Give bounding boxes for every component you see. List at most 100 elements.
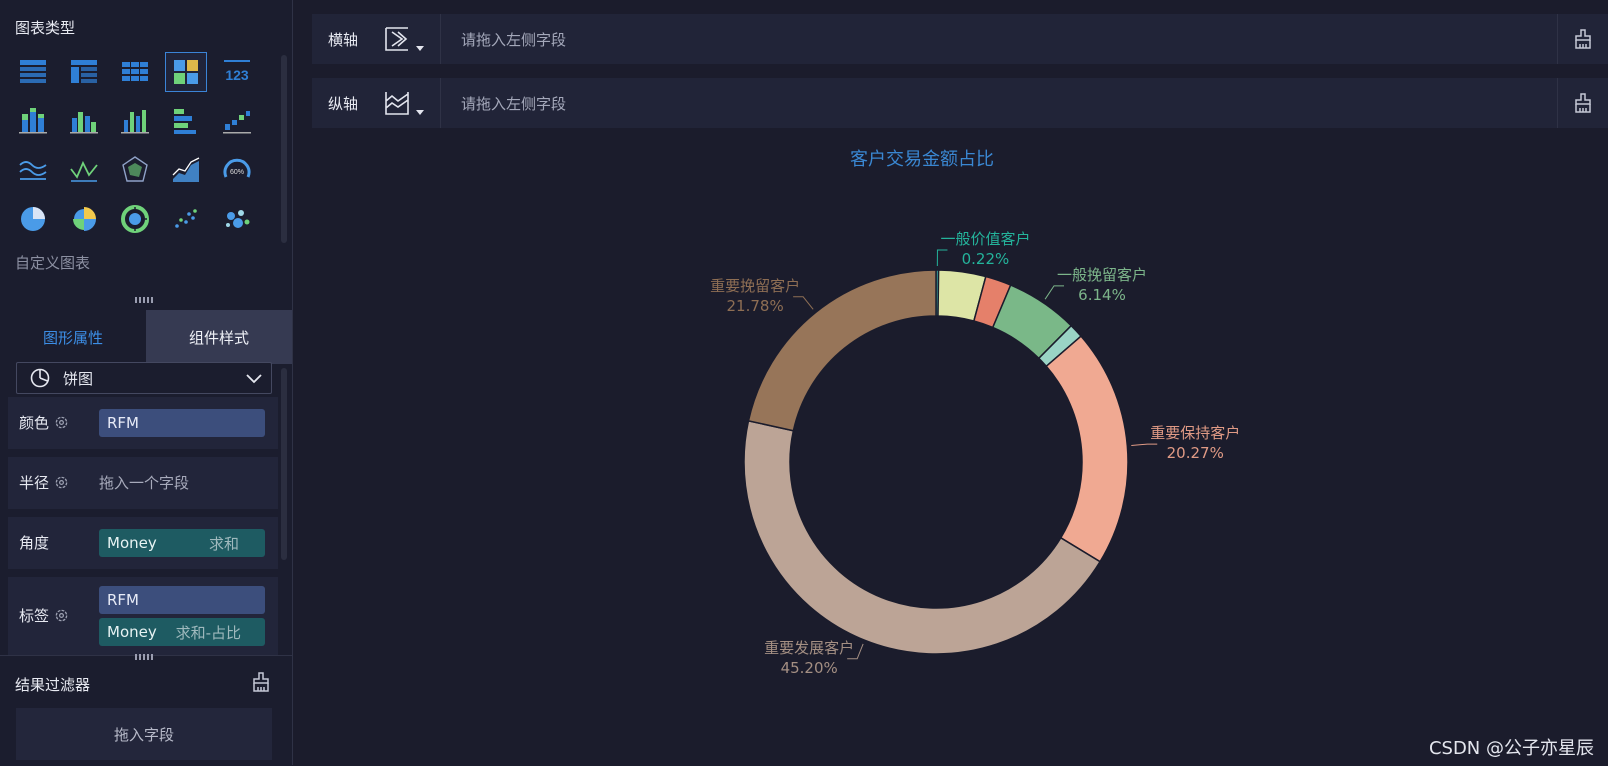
gear-icon[interactable] <box>54 608 69 623</box>
y-axis-label: 纵轴 <box>328 95 359 113</box>
x-axis-label: 横轴 <box>328 31 359 49</box>
horizontal-bar-icon[interactable] <box>165 101 207 141</box>
field-chip-money-label-text: Money <box>107 623 157 641</box>
y-axis-chart-icon[interactable] <box>384 89 430 119</box>
field-chip-rfm-label[interactable]: RFM <box>99 586 265 614</box>
prop-row-label: 标签 RFM Money 求和-占比 <box>8 577 278 655</box>
broom-icon <box>1575 29 1591 49</box>
line-chart-icon[interactable] <box>63 150 105 190</box>
kpi-number-icon-glyph: 123 <box>224 60 250 83</box>
field-chip-money-agg[interactable]: 求和 <box>209 533 239 554</box>
pie-icon[interactable] <box>12 199 54 239</box>
gauge-icon-glyph: 60% <box>223 158 251 178</box>
x-axis-divider <box>440 14 441 64</box>
prop-row-radius: 半径 拖入一个字段 <box>8 457 278 509</box>
table-icon-glyph <box>20 60 46 83</box>
field-chip-money[interactable]: Money 求和 <box>99 529 265 557</box>
multi-line-icon-glyph <box>19 161 47 180</box>
label-line-0 <box>936 249 948 267</box>
kpi-number-icon[interactable]: 123 <box>216 52 258 92</box>
gear-icon[interactable] <box>54 475 69 490</box>
field-chip-money-text: Money <box>107 534 157 552</box>
radius-drop-placeholder[interactable]: 拖入一个字段 <box>99 472 189 493</box>
result-filter-title: 结果过滤器 <box>15 676 91 694</box>
sunburst-icon[interactable] <box>114 199 156 239</box>
chart-type-scrollbar[interactable] <box>281 55 287 243</box>
pie-slice-5[interactable] <box>1045 335 1129 563</box>
multi-line-icon[interactable] <box>12 150 54 190</box>
grid-table-icon[interactable] <box>114 52 156 92</box>
pie-icon-glyph <box>21 207 45 231</box>
prop-row-angle: 角度 Money 求和 <box>8 517 278 569</box>
field-chip-rfm[interactable]: RFM <box>99 409 265 437</box>
prop-label-radius: 半径 <box>19 472 69 493</box>
property-tabs: 图形属性 组件样式 <box>0 310 292 364</box>
radar-icon[interactable] <box>114 150 156 190</box>
bar-chart-icon[interactable] <box>114 101 156 141</box>
table-icon[interactable] <box>12 52 54 92</box>
gauge-icon[interactable]: 60% <box>216 150 258 190</box>
tab-component-style[interactable]: 组件样式 <box>146 310 292 364</box>
tab-graph-properties[interactable]: 图形属性 <box>0 310 146 364</box>
rose-pie-icon-glyph <box>73 207 96 231</box>
property-scrollbar[interactable] <box>281 368 287 560</box>
radar-icon-glyph <box>122 156 148 182</box>
chart-type-title: 图表类型 <box>15 19 76 37</box>
pie-select-icon <box>30 368 50 388</box>
filter-drop-zone[interactable]: 拖入字段 <box>16 708 272 760</box>
slice-name-label-3: 一般挽留客户 <box>1057 266 1147 284</box>
grouped-bar-icon[interactable] <box>63 101 105 141</box>
bubble-icon-glyph <box>226 210 250 228</box>
broom-icon <box>1575 93 1591 113</box>
chart-select-value: 饼图 <box>63 369 94 388</box>
heatmap-table-icon[interactable] <box>165 52 207 92</box>
prop-label-color-text: 颜色 <box>19 414 50 432</box>
waterfall-icon[interactable] <box>216 101 258 141</box>
sunburst-icon-glyph <box>121 205 149 233</box>
prop-label-label: 标签 <box>19 605 69 626</box>
stacked-bar-icon[interactable] <box>12 101 54 141</box>
prop-label-radius-text: 半径 <box>19 474 50 492</box>
area-chart-icon[interactable] <box>165 150 207 190</box>
resize-handle-bottom[interactable] <box>135 654 153 660</box>
y-axis-drop-placeholder[interactable]: 请拖入左侧字段 <box>461 93 566 114</box>
prop-label-color: 颜色 <box>19 412 69 433</box>
resize-handle-top[interactable] <box>135 297 153 303</box>
slice-name-label-7: 重要挽留客户 <box>710 277 800 295</box>
field-chip-money-label-agg[interactable]: 求和-占比 <box>176 622 241 643</box>
bar-chart-icon-glyph <box>121 110 149 134</box>
bubble-icon[interactable] <box>216 199 258 239</box>
scatter-icon[interactable] <box>165 199 207 239</box>
broom-icon[interactable] <box>250 671 272 693</box>
chevron-down-icon <box>246 374 262 384</box>
chart-type-select[interactable]: 饼图 <box>16 362 272 394</box>
svg-text:123: 123 <box>225 67 249 83</box>
x-axis-clear-button[interactable] <box>1557 14 1608 64</box>
pie-slice-6[interactable] <box>743 419 1102 655</box>
line-chart-icon-glyph <box>70 160 98 182</box>
pivot-table-icon[interactable] <box>63 52 105 92</box>
slice-value-label-7: 21.78% <box>727 297 784 315</box>
rose-pie-icon[interactable] <box>63 199 105 239</box>
slice-name-label-6: 重要发展客户 <box>764 639 854 657</box>
slice-value-label-0: 0.22% <box>962 250 1010 268</box>
prop-label-angle: 角度 <box>19 534 50 552</box>
field-chip-money-label[interactable]: Money 求和-占比 <box>99 618 265 646</box>
y-axis-clear-button[interactable] <box>1557 78 1608 128</box>
heatmap-table-icon-glyph <box>174 60 198 84</box>
x-axis-sort-icon[interactable] <box>384 25 430 55</box>
stacked-bar-icon-glyph <box>19 108 47 134</box>
x-axis-bar: 横轴 请拖入左侧字段 <box>312 14 1608 64</box>
slice-value-label-6: 45.20% <box>781 659 838 677</box>
prop-label-label-text: 标签 <box>19 607 50 625</box>
watermark: CSDN @公子亦星辰 <box>1428 738 1594 759</box>
prop-row-color: 颜色 RFM <box>8 397 278 449</box>
donut-chart: 客户交易金额占比一般价值客户 0.22% 一般挽留客户 6.14% 重要保持客户 20.2… <box>710 149 1240 677</box>
area-chart-icon-glyph <box>172 157 200 182</box>
gear-icon[interactable] <box>54 415 69 430</box>
x-axis-drop-placeholder[interactable]: 请拖入左侧字段 <box>461 29 566 50</box>
slice-name-label-0: 一般价值客户 <box>940 230 1030 248</box>
waterfall-icon-glyph <box>223 111 251 134</box>
custom-chart-label[interactable]: 自定义图表 <box>15 252 90 273</box>
label-line-3 <box>1044 285 1065 300</box>
